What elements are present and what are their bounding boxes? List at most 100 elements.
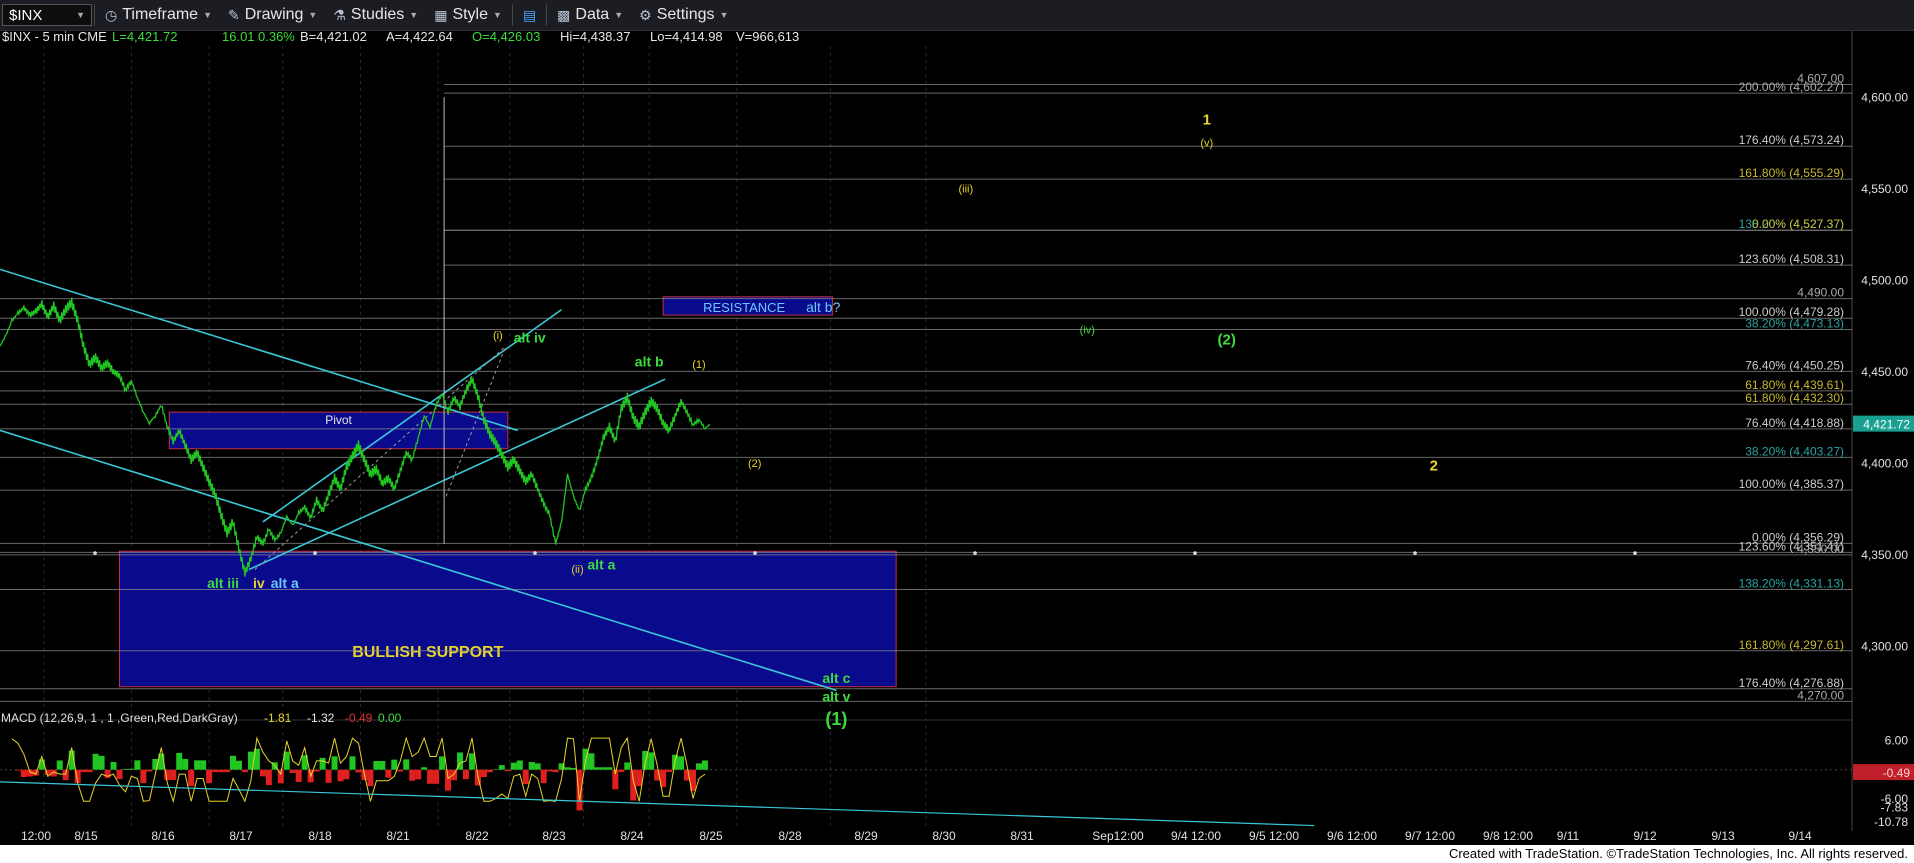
data-button[interactable]: ▩ Data ▼	[549, 2, 631, 28]
wave-label: alt iv	[514, 330, 546, 346]
last-price-label: 4,421.72	[1863, 418, 1910, 432]
time-tick-label: 8/18	[308, 829, 332, 843]
macd-histogram-bar	[259, 769, 266, 777]
header-volume: V=966,613	[736, 31, 799, 44]
macd-histogram-bar	[600, 767, 607, 770]
symbol-value: $INX	[9, 6, 43, 24]
layout-button[interactable]: ▤	[515, 2, 544, 28]
macd-histogram-bar	[630, 769, 637, 801]
chevron-down-icon[interactable]: ▼	[76, 10, 85, 20]
macd-histogram-bar	[570, 767, 577, 770]
macd-histogram-bar	[80, 769, 87, 773]
level-marker	[1633, 551, 1637, 555]
clock-icon: ◷	[105, 6, 118, 23]
bar-chart-icon: ▩	[557, 6, 571, 23]
wave-label: alt a	[587, 557, 615, 573]
wave-label: alt c	[822, 670, 850, 686]
macd-histogram-bar	[433, 769, 440, 784]
style-icon: ▦	[434, 6, 448, 23]
wave-label: 1	[1203, 112, 1211, 129]
drawing-button[interactable]: ✎ Drawing ▼	[220, 2, 325, 28]
macd-histogram-bar	[594, 767, 601, 770]
macd-histogram-bar	[504, 769, 511, 772]
header-bid: B=4,421.02	[300, 31, 367, 44]
footer: Created with TradeStation. ©TradeStation…	[0, 845, 1914, 863]
wave-label: (1)	[692, 359, 705, 371]
level-label: 100.00% (4,385.37)	[1739, 477, 1844, 491]
macd-histogram-bar	[421, 767, 428, 770]
price-chart[interactable]: BULLISH SUPPORT Pivot RESISTANCE alt b? 4,6…	[0, 31, 1914, 845]
level-marker	[1193, 551, 1197, 555]
level-label: 4,490.00	[1797, 286, 1844, 300]
macd-histogram-bar	[206, 769, 213, 784]
macd-histogram-bar	[20, 769, 27, 778]
macd-histogram-bar	[666, 769, 673, 772]
macd-histogram-bar	[498, 765, 505, 770]
header-percent: 0.36%	[258, 31, 295, 44]
level-label: 138.20% (4,331.13)	[1739, 576, 1844, 590]
macd-histogram-bar	[439, 756, 446, 770]
price-tick-label: 4,300.00	[1861, 639, 1908, 653]
divider	[94, 4, 95, 26]
macd-histogram-bar	[122, 769, 129, 770]
flask-icon: ⚗	[333, 6, 346, 23]
settings-button[interactable]: ⚙ Settings ▼	[631, 2, 736, 28]
macd-histogram-bar	[331, 756, 338, 770]
macd-histogram-bar	[522, 769, 529, 785]
macd-histogram-bar	[373, 761, 380, 770]
wave-label: (v)	[1200, 138, 1213, 150]
level-marker	[753, 551, 757, 555]
header-symbol: $INX - 5 min CME	[2, 31, 107, 44]
toolbar: $INX ▼ ◷ Timeframe ▼ ✎ Drawing ▼ ⚗ Studi…	[0, 0, 1914, 31]
settings-label: Settings	[656, 6, 715, 23]
time-tick-label: Sep12:00	[1092, 829, 1144, 843]
level-label: 61.80% (4,432.30)	[1745, 391, 1844, 405]
time-tick-label: 8/29	[854, 829, 878, 843]
level-label: 76.40% (4,450.25)	[1745, 358, 1844, 372]
macd-histogram-bar	[182, 758, 189, 770]
macd-histogram-bar	[325, 769, 332, 783]
header-ask: A=4,422.64	[386, 31, 453, 44]
macd-extra-label: -7.83	[1881, 801, 1909, 815]
macd-histogram-bar	[56, 760, 63, 770]
symbol-input[interactable]: $INX ▼	[2, 4, 92, 26]
timeframe-button[interactable]: ◷ Timeframe ▼	[97, 2, 220, 28]
zone-label: BULLISH SUPPORT	[352, 644, 503, 661]
macd-histogram-bar	[516, 760, 523, 770]
macd-histogram-bar	[678, 756, 685, 770]
header-change: 16.01	[222, 31, 255, 44]
level-marker	[533, 551, 537, 555]
divider	[511, 4, 513, 26]
wave-label: alt iii	[207, 575, 239, 591]
macd-histogram-bar	[427, 769, 434, 784]
time-tick-label: 8/15	[74, 829, 98, 843]
layout-icon: ▤	[522, 6, 537, 23]
macd-histogram-bar	[128, 768, 135, 770]
macd-histogram-bar	[289, 769, 296, 774]
macd-value: -1.32	[307, 711, 335, 725]
price-axis: 4,600.00 4,550.00 4,500.00 4,450.00 4,400.00…	[1853, 31, 1914, 831]
macd-extra-label: -10.78	[1874, 815, 1908, 829]
macd-histogram-bar	[98, 755, 105, 770]
macd-histogram-bar	[534, 763, 541, 770]
studies-button[interactable]: ⚗ Studies ▼	[325, 2, 426, 28]
zone-label: RESISTANCE	[703, 300, 785, 315]
macd-histogram-bar	[564, 767, 571, 770]
chevron-down-icon: ▼	[719, 10, 729, 20]
macd-histogram-bar	[319, 757, 326, 770]
macd-histogram-bar	[391, 759, 398, 770]
macd-histogram-bar	[462, 769, 469, 780]
macd-histogram-bar	[176, 752, 183, 770]
zone-label: alt b?	[806, 299, 840, 315]
macd-histogram-bar	[415, 769, 422, 780]
time-tick-label: 12:00	[21, 829, 51, 843]
macd-histogram-bar	[403, 759, 410, 770]
level-label: 61.80% (4,439.61)	[1745, 378, 1844, 392]
style-button[interactable]: ▦ Style ▼	[426, 2, 510, 28]
time-tick-label: 9/4 12:00	[1171, 829, 1221, 843]
macd-histogram-bar	[451, 769, 458, 781]
price-tick-label: 4,400.00	[1861, 456, 1908, 470]
wave-label: (2)	[1218, 331, 1236, 348]
macd-value: -1.81	[264, 711, 292, 725]
macd-histogram-bar	[701, 760, 708, 770]
